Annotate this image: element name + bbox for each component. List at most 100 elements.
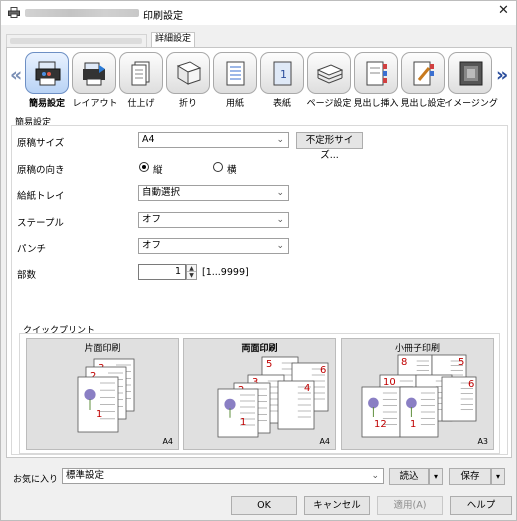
toolbar-item-page-setup[interactable]	[307, 52, 351, 94]
staple-select[interactable]: オフ ⌄	[138, 212, 289, 228]
duplex-stack-illustration: 563421	[217, 356, 329, 438]
original-size-select[interactable]: A4 ⌄	[138, 132, 289, 148]
page-number: 5	[458, 357, 464, 368]
toolbar-next-arrow[interactable]: »	[496, 64, 508, 86]
quick-print-card-size: A4	[162, 437, 173, 446]
quick-print-booklet-card[interactable]: 小冊子印刷 851036121 A3	[341, 338, 494, 450]
quick-print-card-size: A3	[477, 437, 488, 446]
toolbar-label-page-setup: ページ設定	[306, 99, 352, 109]
print-settings-dialog: 印刷設定 ✕ 詳細設定 « » 1 簡易設定 レイアウト 仕上げ 折り 用紙 表…	[0, 0, 517, 521]
page-thumbnail: 12	[361, 386, 401, 438]
printer-name-redacted	[25, 9, 139, 17]
tab-settings-icon	[413, 61, 434, 86]
page-number: 10	[383, 377, 396, 388]
toolbar-item-finishing[interactable]	[119, 52, 163, 94]
toolbar-item-paper[interactable]	[213, 52, 257, 94]
quick-print-simplex-card[interactable]: 片面印刷 321 A4	[26, 338, 179, 450]
toolbar-label-paper: 用紙	[225, 99, 244, 109]
toolbar-label-layout: レイアウト	[72, 99, 118, 109]
save-button[interactable]: 保存	[449, 468, 491, 485]
tab-label-redacted	[10, 38, 142, 44]
original-size-label: 原稿サイズ	[17, 138, 65, 149]
toolbar-item-fold[interactable]	[166, 52, 210, 94]
page-number: 6	[468, 379, 474, 390]
copies-input[interactable]: 1	[138, 264, 186, 280]
portrait-radio[interactable]	[139, 162, 149, 172]
stepper-down-icon[interactable]: ▼	[187, 272, 196, 279]
chevron-down-icon: ⌄	[276, 215, 284, 225]
page-thumbnail: 4	[277, 380, 315, 430]
toolbar-label-imaging: イメージング	[444, 99, 498, 109]
toolbar-item-tab-insert[interactable]	[354, 52, 398, 94]
toolbar-item-imaging[interactable]	[448, 52, 492, 94]
apply-button[interactable]: 適用(A)	[377, 496, 443, 515]
paper-tray-select[interactable]: 自動選択 ⌄	[138, 185, 289, 201]
page-number: 6	[320, 365, 326, 376]
simplex-stack-illustration: 321	[77, 358, 135, 433]
favorites-select[interactable]: 標準設定 ⌄	[62, 468, 384, 484]
ok-button[interactable]: OK	[231, 496, 297, 515]
landscape-radio[interactable]	[213, 162, 223, 172]
orientation-label: 原稿の向き	[17, 165, 65, 176]
tab-insert-icon	[366, 61, 387, 86]
page-thumbnail: 1	[399, 386, 439, 438]
load-button[interactable]: 読込	[389, 468, 429, 485]
staple-value: オフ	[142, 214, 162, 225]
caret-down-icon: ▾	[433, 472, 438, 481]
cancel-button[interactable]: キャンセル	[304, 496, 370, 515]
quick-print-duplex-card[interactable]: 両面印刷 563421 A4	[183, 338, 336, 450]
tab-printer-properties[interactable]	[6, 34, 147, 47]
page-number: 5	[266, 359, 272, 370]
toolbar-label-quick-setting: 簡易設定	[28, 99, 65, 109]
flower-illustration	[406, 397, 417, 409]
page-number: 1	[410, 419, 416, 430]
favorites-label: お気に入り	[13, 475, 59, 485]
quick-print-card-size: A4	[319, 437, 330, 446]
caret-down-icon: ▾	[495, 472, 500, 481]
custom-size-button[interactable]: 不定形サイズ...	[296, 132, 363, 161]
copies-label: 部数	[17, 270, 37, 281]
toolbar-label-tab-settings: 見出し設定	[400, 99, 446, 109]
punch-select[interactable]: オフ ⌄	[138, 238, 289, 254]
layout-icon	[83, 62, 105, 86]
chevron-down-icon: ⌄	[371, 471, 379, 481]
paper-icon	[226, 61, 245, 86]
help-button[interactable]: ヘルプ	[450, 496, 512, 515]
original-size-value: A4	[142, 134, 155, 145]
page-number: 1	[96, 409, 102, 420]
toolbar-prev-arrow[interactable]: «	[10, 64, 22, 86]
chevron-down-icon: ⌄	[276, 135, 284, 145]
window-title: 印刷設定	[143, 11, 183, 22]
toolbar-label-cover: 表紙	[272, 99, 291, 109]
fold-icon	[176, 61, 202, 85]
stepper-up-icon[interactable]: ▲	[187, 265, 196, 272]
staple-label: ステープル	[17, 218, 64, 229]
page-setup-icon	[317, 64, 343, 84]
punch-label: パンチ	[17, 244, 46, 255]
page-number: 4	[304, 383, 310, 394]
svg-text:1: 1	[280, 68, 287, 81]
favorites-value: 標準設定	[66, 470, 105, 481]
landscape-radio-label: 横	[227, 165, 237, 176]
flower-illustration	[84, 389, 96, 401]
punch-value: オフ	[142, 240, 162, 251]
paper-tray-label: 給紙トレイ	[17, 191, 65, 202]
copies-stepper[interactable]: ▲ ▼	[186, 264, 197, 280]
toolbar-item-cover[interactable]: 1	[260, 52, 304, 94]
toolbar-item-quick-setting[interactable]	[25, 52, 69, 94]
save-dropdown-button[interactable]: ▾	[491, 468, 505, 485]
portrait-radio-label: 縦	[153, 165, 163, 176]
toolbar-label-finishing: 仕上げ	[127, 99, 155, 109]
load-dropdown-button[interactable]: ▾	[429, 468, 443, 485]
imaging-icon	[459, 61, 483, 86]
finishing-icon	[131, 61, 150, 86]
toolbar-item-tab-settings[interactable]	[401, 52, 445, 94]
copies-range: [1...9999]	[202, 267, 249, 278]
tab-advanced-settings[interactable]: 詳細設定	[151, 32, 195, 47]
booklet-stack-illustration: 851036121	[361, 354, 477, 438]
cover-icon: 1	[273, 61, 292, 86]
toolbar-item-layout[interactable]	[72, 52, 116, 94]
close-button[interactable]: ✕	[498, 4, 509, 18]
toolbar-label-fold: 折り	[178, 99, 197, 109]
paper-tray-value: 自動選択	[142, 187, 181, 198]
